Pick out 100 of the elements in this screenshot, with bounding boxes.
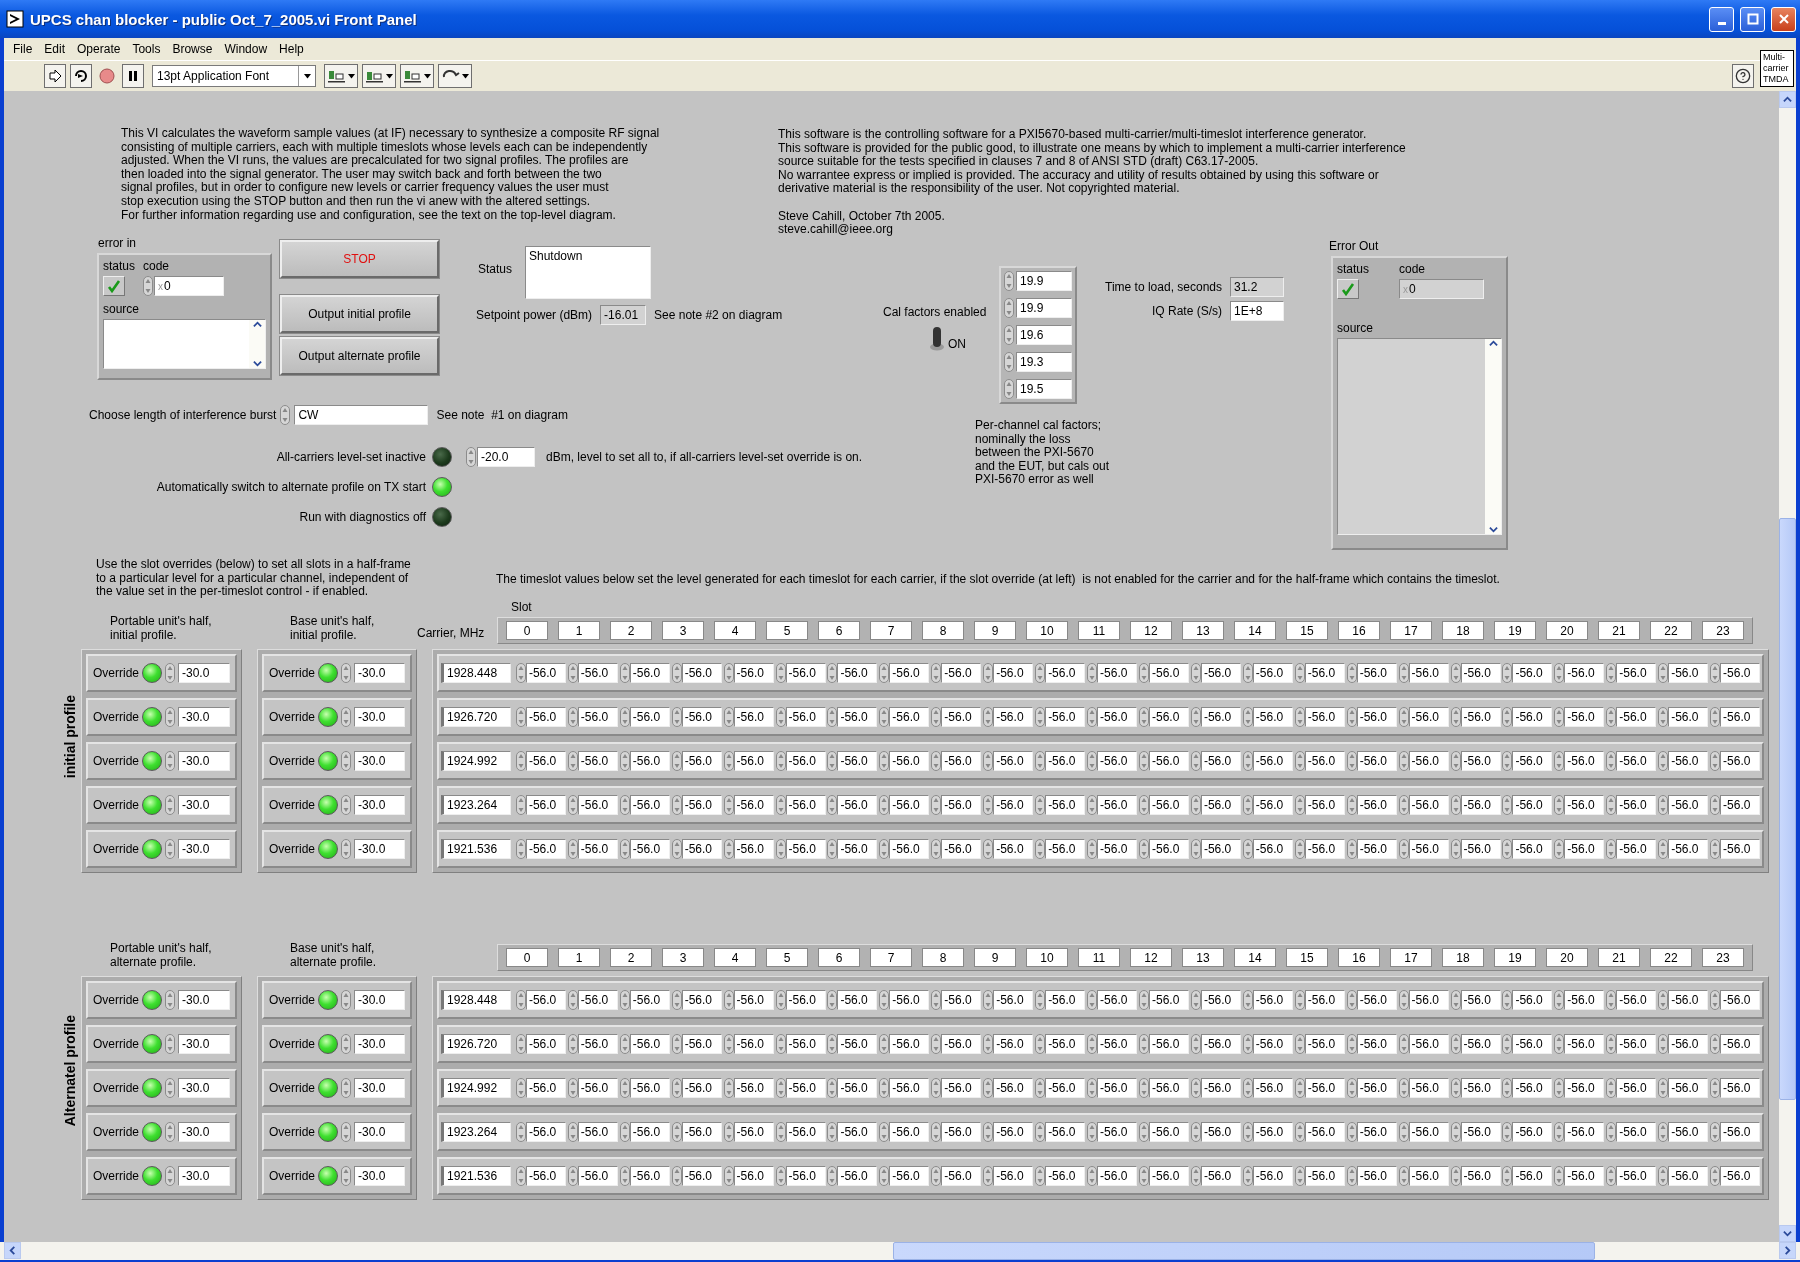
override-level-field[interactable]: -30.0 (178, 1034, 230, 1054)
slot-level-field[interactable]: -56.0 (1148, 663, 1189, 683)
slot-level-field[interactable]: -56.0 (1668, 1166, 1709, 1186)
slot-level-field[interactable]: -56.0 (1720, 795, 1761, 815)
increment-arrows-icon[interactable] (1346, 707, 1357, 727)
slot-level-field[interactable]: -56.0 (525, 1034, 566, 1054)
slot-level-field[interactable]: -56.0 (1616, 707, 1657, 727)
increment-arrows-icon[interactable] (567, 751, 578, 771)
slot-level-field[interactable]: -56.0 (1408, 1034, 1449, 1054)
slot-level-field[interactable]: -56.0 (1356, 751, 1397, 771)
slot-level-field[interactable]: -56.0 (1720, 663, 1761, 683)
slot-level-field[interactable]: -56.0 (629, 751, 670, 771)
slot-level-field[interactable]: -56.0 (1304, 1034, 1345, 1054)
slot-level-field[interactable]: -56.0 (785, 1122, 826, 1142)
increment-arrows-icon[interactable] (1502, 839, 1513, 859)
increment-arrows-icon[interactable] (827, 1078, 838, 1098)
scroll-thumb[interactable] (893, 1242, 1595, 1260)
increment-arrows-icon[interactable] (1450, 839, 1461, 859)
close-button[interactable] (1771, 6, 1796, 32)
override-level-field[interactable]: -30.0 (178, 839, 230, 859)
increment-arrows-icon[interactable] (1606, 1078, 1617, 1098)
increment-arrows-icon[interactable] (1087, 839, 1098, 859)
increment-arrows-icon[interactable] (671, 707, 682, 727)
slot-level-field[interactable]: -56.0 (733, 707, 774, 727)
slot-level-field[interactable]: -56.0 (1512, 1078, 1553, 1098)
font-dropdown[interactable]: 13pt Application Font (152, 65, 316, 87)
increment-arrows-icon[interactable] (1398, 1166, 1409, 1186)
increment-arrows-icon[interactable] (1398, 839, 1409, 859)
increment-arrows-icon[interactable] (619, 751, 630, 771)
slot-level-field[interactable]: -56.0 (1252, 990, 1293, 1010)
slot-level-field[interactable]: -56.0 (785, 795, 826, 815)
increment-arrows-icon[interactable] (931, 1122, 942, 1142)
increment-arrows-icon[interactable] (1087, 663, 1098, 683)
increment-arrows-icon[interactable] (1346, 1166, 1357, 1186)
slot-level-field[interactable]: -56.0 (1564, 663, 1605, 683)
slot-level-field[interactable]: -56.0 (1668, 707, 1709, 727)
increment-arrows-icon[interactable] (619, 795, 630, 815)
slot-level-field[interactable]: -56.0 (1304, 795, 1345, 815)
increment-arrows-icon[interactable] (1004, 298, 1014, 318)
increment-arrows-icon[interactable] (1087, 1122, 1098, 1142)
increment-arrows-icon[interactable] (1242, 663, 1253, 683)
increment-arrows-icon[interactable] (1658, 839, 1669, 859)
increment-arrows-icon[interactable] (827, 1034, 838, 1054)
increment-arrows-icon[interactable] (567, 1122, 578, 1142)
increment-arrows-icon[interactable] (1502, 1078, 1513, 1098)
increment-arrows-icon[interactable] (879, 663, 890, 683)
slot-level-field[interactable]: -56.0 (1356, 839, 1397, 859)
slot-level-field[interactable]: -56.0 (525, 707, 566, 727)
increment-arrows-icon[interactable] (1138, 795, 1149, 815)
slot-level-field[interactable]: -56.0 (1512, 663, 1553, 683)
increment-arrows-icon[interactable] (1606, 707, 1617, 727)
slot-level-field[interactable]: -56.0 (941, 1078, 982, 1098)
code-field[interactable]: x0 (154, 276, 224, 296)
slot-level-field[interactable]: -56.0 (629, 663, 670, 683)
increment-arrows-icon[interactable] (341, 707, 351, 727)
slot-level-field[interactable]: -56.0 (785, 751, 826, 771)
increment-arrows-icon[interactable] (1606, 795, 1617, 815)
slot-level-field[interactable]: -56.0 (733, 1034, 774, 1054)
increment-arrows-icon[interactable] (983, 1034, 994, 1054)
increment-arrows-icon[interactable] (671, 1122, 682, 1142)
slot-level-field[interactable]: -56.0 (1148, 1078, 1189, 1098)
increment-arrows-icon[interactable] (1242, 1166, 1253, 1186)
increment-arrows-icon[interactable] (567, 839, 578, 859)
increment-arrows-icon[interactable] (983, 1166, 994, 1186)
slot-level-field[interactable]: -56.0 (837, 1166, 878, 1186)
increment-arrows-icon[interactable] (879, 839, 890, 859)
led-indicator[interactable] (432, 447, 452, 467)
slot-level-field[interactable]: -56.0 (837, 1078, 878, 1098)
increment-arrows-icon[interactable] (1035, 707, 1046, 727)
increment-arrows-icon[interactable] (723, 1122, 734, 1142)
increment-arrows-icon[interactable] (879, 707, 890, 727)
slot-level-field[interactable]: -56.0 (733, 990, 774, 1010)
override-led[interactable] (318, 663, 338, 683)
increment-arrows-icon[interactable] (775, 1122, 786, 1142)
increment-arrows-icon[interactable] (341, 1166, 351, 1186)
distribute-objects-button[interactable] (362, 64, 396, 88)
horizontal-scrollbar[interactable] (0, 1242, 1800, 1262)
slot-level-field[interactable]: -56.0 (1045, 1078, 1086, 1098)
carrier-field[interactable]: 1921.536 (441, 1166, 511, 1186)
increment-arrows-icon[interactable] (1658, 1078, 1669, 1098)
slot-level-field[interactable]: -56.0 (1097, 990, 1138, 1010)
increment-arrows-icon[interactable] (515, 1122, 526, 1142)
slot-level-field[interactable]: -56.0 (1356, 1078, 1397, 1098)
increment-arrows-icon[interactable] (931, 839, 942, 859)
slot-level-field[interactable]: -56.0 (941, 795, 982, 815)
slot-level-field[interactable]: -56.0 (1356, 663, 1397, 683)
increment-arrows-icon[interactable] (1087, 1166, 1098, 1186)
slot-level-field[interactable]: -56.0 (1304, 1166, 1345, 1186)
increment-arrows-icon[interactable] (1190, 839, 1201, 859)
increment-arrows-icon[interactable] (1035, 839, 1046, 859)
slot-level-field[interactable]: -56.0 (993, 707, 1034, 727)
slot-level-field[interactable]: -56.0 (785, 1034, 826, 1054)
increment-arrows-icon[interactable] (1658, 751, 1669, 771)
slot-level-field[interactable]: -56.0 (889, 795, 930, 815)
slot-level-field[interactable]: -56.0 (1408, 707, 1449, 727)
increment-arrows-icon[interactable] (1658, 1034, 1669, 1054)
increment-arrows-icon[interactable] (1087, 795, 1098, 815)
slot-level-field[interactable]: -56.0 (993, 1078, 1034, 1098)
slot-level-field[interactable]: -56.0 (1616, 1122, 1657, 1142)
increment-arrows-icon[interactable] (671, 1166, 682, 1186)
